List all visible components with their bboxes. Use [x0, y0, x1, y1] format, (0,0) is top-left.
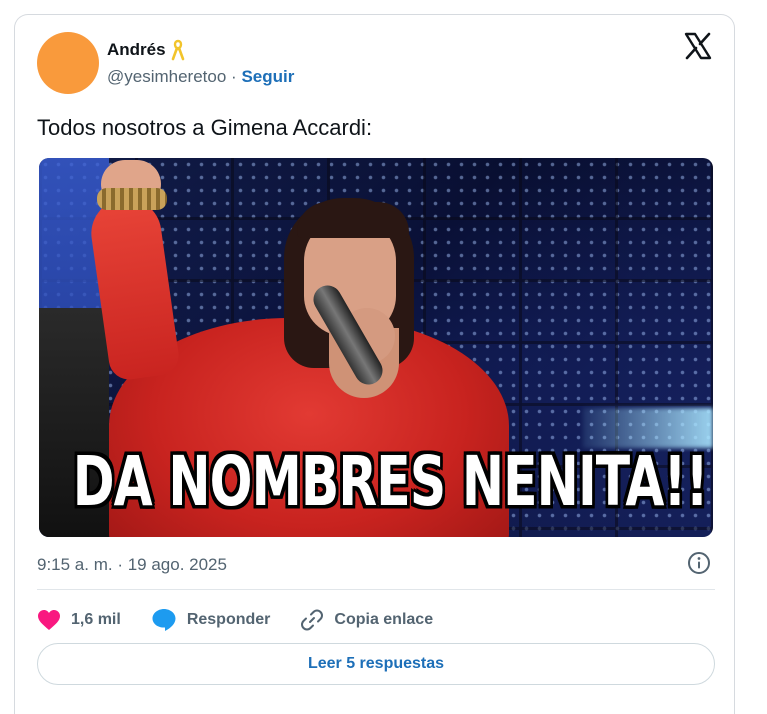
tweet-timestamp[interactable]: 9:15 a. m. · 19 ago. 2025 [37, 555, 227, 575]
like-button[interactable]: 1,6 mil [37, 609, 121, 631]
x-logo-icon[interactable] [683, 31, 713, 61]
tweet-media-image[interactable]: DA NOMBRES NENITA!! [39, 158, 713, 537]
singer-bracelet [97, 188, 167, 210]
tweet-text: Todos nosotros a Gimena Accardi: [37, 115, 373, 140]
copy-link-label: Copia enlace [334, 611, 434, 628]
copy-link-button[interactable]: Copia enlace [300, 608, 433, 632]
singer-bangs [297, 202, 409, 238]
read-replies-button[interactable]: Leer 5 respuestas [37, 643, 715, 685]
tweet-actions: 1,6 mil Responder Copia enlace [37, 605, 463, 635]
reply-button[interactable]: Responder [151, 608, 271, 632]
avatar[interactable] [37, 32, 99, 94]
meme-caption: DA NOMBRES NENITA!! [72, 442, 709, 523]
handle-row: @yesimheretoo · Seguir [107, 67, 294, 87]
tweet-card: Andrés @yesimheretoo · Seguir Todos noso… [14, 14, 735, 714]
follow-button[interactable]: Seguir [241, 67, 294, 86]
author-handle[interactable]: @yesimheretoo [107, 67, 226, 86]
like-count: 1,6 mil [71, 611, 121, 628]
separator-dot: · [231, 67, 237, 86]
link-icon [301, 609, 324, 631]
author-name[interactable]: Andrés [107, 40, 166, 60]
scrollbar[interactable] [752, 0, 767, 700]
yellow-ribbon-icon [171, 39, 184, 61]
info-icon[interactable] [687, 551, 711, 575]
reply-bubble-icon [152, 609, 176, 631]
reply-label: Responder [186, 611, 271, 628]
author-name-row: Andrés [107, 39, 186, 61]
divider [37, 589, 715, 590]
heart-icon [38, 610, 60, 630]
